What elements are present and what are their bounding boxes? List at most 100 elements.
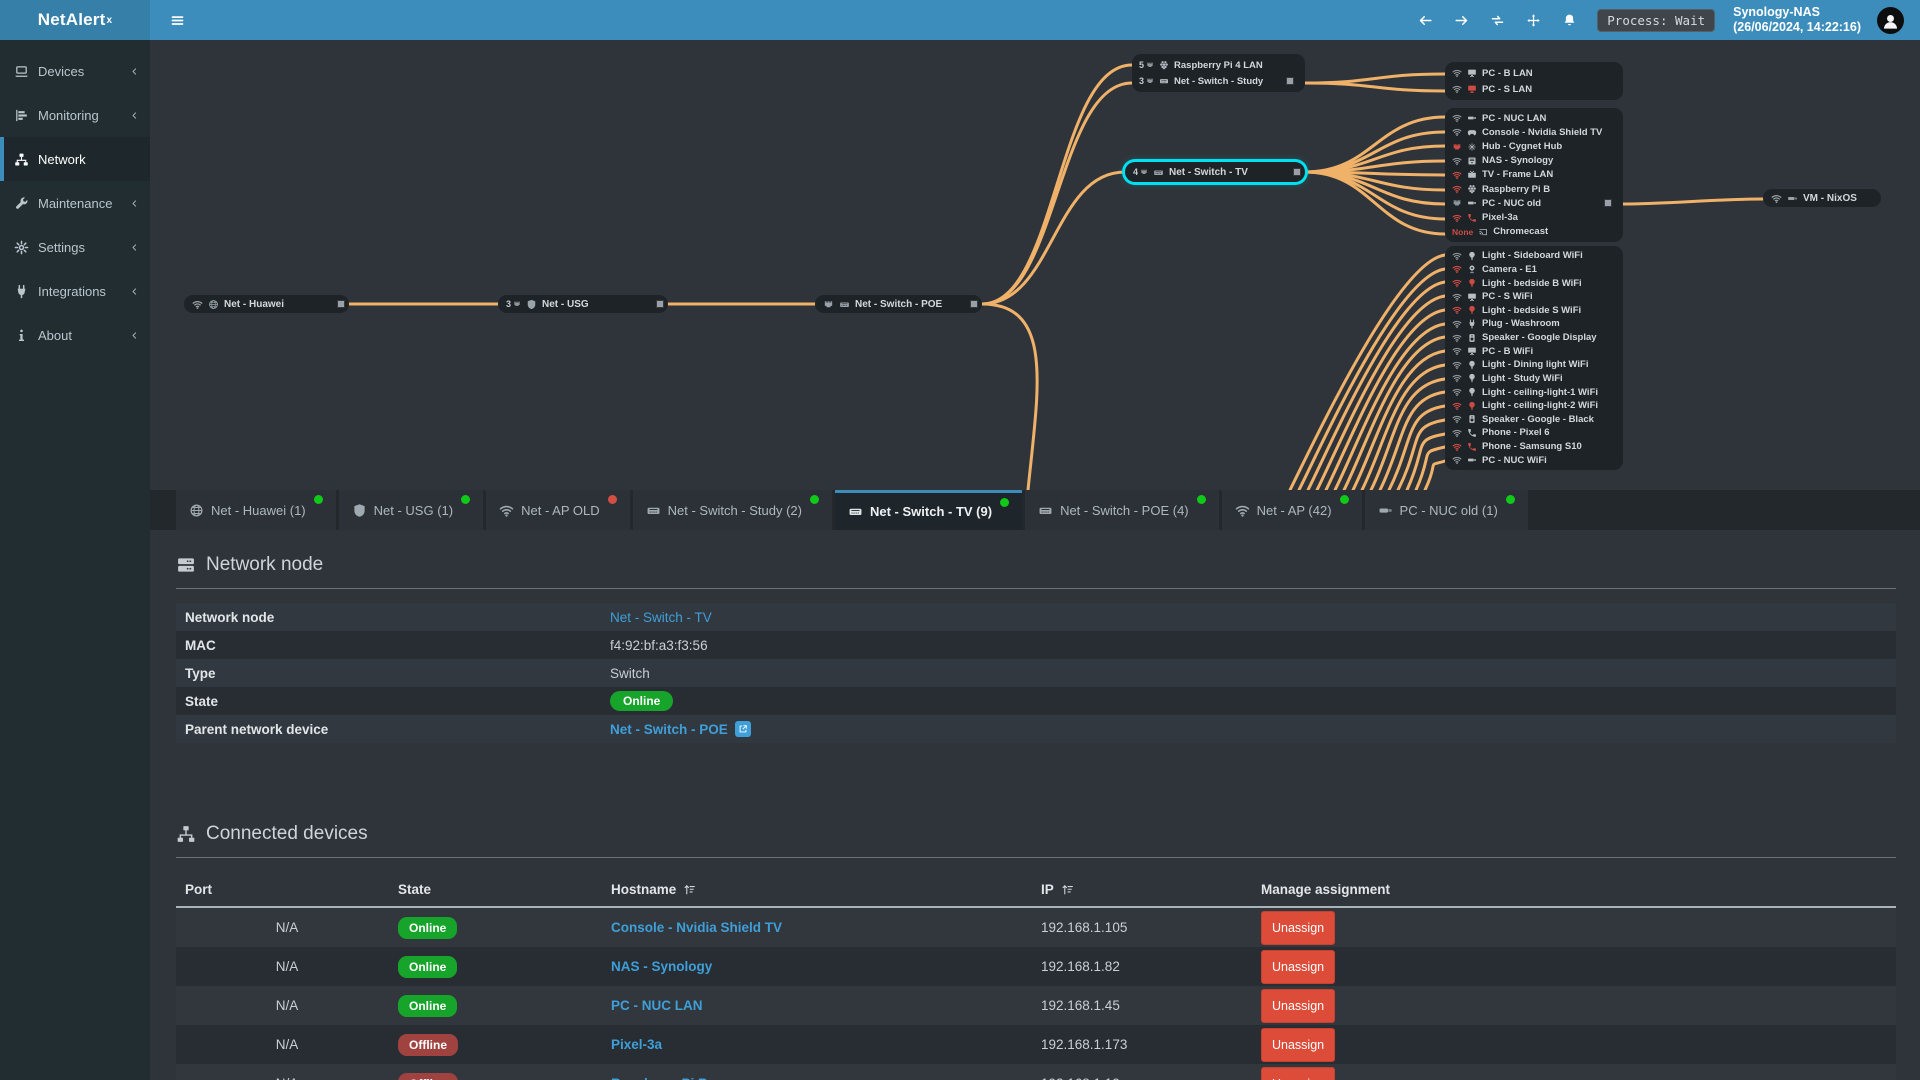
sort-icon[interactable]	[1061, 883, 1074, 896]
ethernet-icon	[823, 299, 834, 310]
sidebar-item-settings[interactable]: Settings	[0, 225, 150, 269]
tab-net-ap[interactable]: Net - AP (42)	[1221, 490, 1362, 530]
hostname-link[interactable]: Pixel-3a	[611, 1037, 662, 1052]
forward-arrow-icon[interactable]	[1454, 13, 1469, 28]
device-row[interactable]: None Chromecast	[1452, 225, 1616, 239]
tab-net-switch-tv[interactable]: Net - Switch - TV (9)	[835, 490, 1023, 530]
table-header: Port State Hostname IP Manage assignment	[176, 872, 1896, 908]
wifi-icon	[1452, 113, 1462, 123]
wifi-icon	[1452, 401, 1462, 411]
tab-net-ap-old[interactable]: Net - AP OLD	[486, 490, 630, 530]
device-row[interactable]: PC - NUC old	[1452, 196, 1616, 210]
node-net-switch-tv-selected[interactable]: 4 Net - Switch - TV	[1125, 162, 1305, 182]
device-row[interactable]: Light - Study WiFi	[1452, 372, 1616, 386]
wrench-icon	[14, 196, 29, 211]
device-row[interactable]: PC - S WiFi	[1452, 290, 1616, 304]
lightbulb-icon	[1467, 278, 1477, 288]
tab-net-usg[interactable]: Net - USG (1)	[338, 490, 484, 530]
node-net-usg[interactable]: 3 Net - USG	[498, 295, 668, 313]
sidebar-item-monitoring[interactable]: Monitoring	[0, 93, 150, 137]
monitor-icon	[1467, 84, 1477, 94]
column-header-hostname[interactable]: Hostname	[611, 882, 1041, 897]
device-row[interactable]: Plug - Washroom	[1452, 317, 1616, 331]
sidebar-toggle-button[interactable]	[160, 0, 194, 40]
device-row[interactable]: Hub - Cygnet Hub	[1452, 139, 1616, 153]
sidebar-item-maintenance[interactable]: Maintenance	[0, 181, 150, 225]
device-row[interactable]: Light - ceiling-light-1 WiFi	[1452, 385, 1616, 399]
chevron-left-icon	[130, 67, 139, 76]
sidebar-item-about[interactable]: About	[0, 313, 150, 357]
ip-value: 192.168.1.173	[1041, 1037, 1128, 1052]
process-status-badge[interactable]: Process: Wait	[1597, 8, 1716, 32]
node-net-huawei[interactable]: Net - Huawei	[184, 295, 349, 313]
device-row[interactable]: PC - NUC WiFi	[1452, 453, 1616, 467]
node-net-switch-study[interactable]: 3 Net - Switch - Study	[1139, 73, 1298, 89]
refresh-icon[interactable]	[1490, 13, 1505, 28]
device-row[interactable]: TV - Frame LAN	[1452, 168, 1616, 182]
device-row[interactable]: PC - NUC LAN	[1452, 111, 1616, 125]
back-arrow-icon[interactable]	[1418, 13, 1433, 28]
device-row[interactable]: Light - bedside S WiFi	[1452, 304, 1616, 318]
device-row[interactable]: Light - Sideboard WiFi	[1452, 249, 1616, 263]
sitemap-icon	[14, 152, 29, 167]
notifications-bell-icon[interactable]	[1562, 13, 1577, 28]
unassign-button[interactable]: Unassign	[1261, 1066, 1336, 1080]
monitor-icon	[1467, 346, 1477, 356]
sidebar-item-integrations[interactable]: Integrations	[0, 269, 150, 313]
tab-net-huawei[interactable]: Net - Huawei (1)	[176, 490, 336, 530]
wifi-icon	[1771, 193, 1782, 204]
device-row[interactable]: PC - B LAN	[1452, 65, 1616, 81]
device-row[interactable]: Light - ceiling-light-2 WiFi	[1452, 399, 1616, 413]
node-vm-nixos[interactable]: VM - NixOS	[1763, 189, 1881, 207]
unassign-button[interactable]: Unassign	[1261, 1027, 1336, 1062]
app-logo[interactable]: NetAlert x	[0, 0, 150, 40]
hostname-link[interactable]: Raspberry Pi B	[611, 1076, 708, 1080]
device-row[interactable]: NAS - Synology	[1452, 154, 1616, 168]
sidebar-item-network[interactable]: Network	[0, 137, 150, 181]
device-row[interactable]: Console - Nvidia Shield TV	[1452, 125, 1616, 139]
info-icon	[14, 328, 29, 343]
parent-node-link[interactable]: Net - Switch - POE	[610, 722, 728, 737]
phone-icon	[1467, 428, 1477, 438]
hostname-link[interactable]: PC - NUC LAN	[611, 998, 703, 1013]
device-row[interactable]: Raspberry Pi B	[1452, 182, 1616, 196]
unassign-button[interactable]: Unassign	[1261, 988, 1336, 1023]
device-row[interactable]: Pixel-3a	[1452, 211, 1616, 225]
user-avatar[interactable]	[1877, 6, 1904, 34]
node-name-link[interactable]: Net - Switch - TV	[610, 610, 712, 625]
hostname-link[interactable]: NAS - Synology	[611, 959, 712, 974]
chart-icon	[14, 108, 29, 123]
gear-icon	[14, 240, 29, 255]
node-net-switch-poe[interactable]: Net - Switch - POE	[815, 295, 982, 313]
hostname-link[interactable]: Console - Nvidia Shield TV	[611, 920, 782, 935]
column-header-state[interactable]: State	[398, 882, 611, 897]
unassign-button[interactable]: Unassign	[1261, 910, 1336, 945]
move-pan-icon[interactable]	[1526, 13, 1541, 28]
sidebar-item-devices[interactable]: Devices	[0, 49, 150, 93]
device-row[interactable]: Speaker - Google - Black	[1452, 413, 1616, 427]
sort-icon[interactable]	[683, 883, 696, 896]
device-row[interactable]: Light - bedside B WiFi	[1452, 276, 1616, 290]
server-info: Synology-NAS (26/06/2024, 14:22:16)	[1733, 5, 1861, 35]
column-header-port[interactable]: Port	[176, 882, 398, 897]
device-row[interactable]: Speaker - Google Display	[1452, 331, 1616, 345]
external-link-icon[interactable]	[734, 721, 751, 737]
table-row: N/A Online NAS - Synology 192.168.1.82 U…	[176, 947, 1896, 986]
column-header-ip[interactable]: IP	[1041, 882, 1261, 897]
server-icon	[176, 555, 196, 575]
device-row[interactable]: Camera - E1	[1452, 263, 1616, 277]
usb-icon	[1467, 198, 1477, 208]
usb-icon	[1787, 193, 1798, 204]
tab-pc-nuc-old[interactable]: PC - NUC old (1)	[1364, 490, 1528, 530]
device-row[interactable]: Phone - Pixel 6	[1452, 426, 1616, 440]
device-row[interactable]: PC - B WiFi	[1452, 344, 1616, 358]
unassign-button[interactable]: Unassign	[1261, 949, 1336, 984]
device-row[interactable]: Phone - Samsung S10	[1452, 440, 1616, 454]
node-raspberry-pi4-lan[interactable]: 5 Raspberry Pi 4 LAN	[1139, 57, 1298, 73]
device-row[interactable]: PC - S LAN	[1452, 81, 1616, 97]
node-group-study: 5 Raspberry Pi 4 LAN 3 Net - Switch - St…	[1132, 54, 1305, 92]
device-row[interactable]: Light - Dining light WiFi	[1452, 358, 1616, 372]
tab-net-switch-poe[interactable]: Net - Switch - POE (4)	[1025, 490, 1219, 530]
network-topology-canvas[interactable]: Net - Huawei 3 Net - USG Net - Switch - …	[150, 40, 1920, 490]
tab-net-switch-study[interactable]: Net - Switch - Study (2)	[632, 490, 832, 530]
